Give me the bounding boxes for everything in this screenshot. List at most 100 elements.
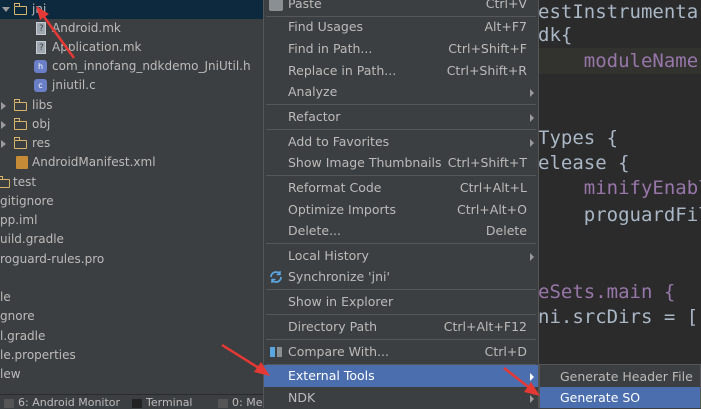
tab-label: 0: Me <box>232 396 263 409</box>
code-line: ni.srcDirs = [ <box>538 306 699 328</box>
code-line: estInstrumenta <box>538 1 699 23</box>
submenu-arrow-icon <box>530 139 534 147</box>
submenu-arrow-icon <box>530 89 534 97</box>
menu-item-synchronize[interactable]: Synchronize 'jni' <box>264 266 538 288</box>
code-line: eSets.main { <box>538 281 676 303</box>
menu-item-shortcut: Ctrl+Alt+F12 <box>443 319 527 334</box>
menu-item-local-history[interactable]: Local History <box>264 245 538 267</box>
code-line: elease { <box>538 152 630 174</box>
manifest-icon <box>16 156 28 169</box>
menu-item-label: NDK <box>288 390 316 405</box>
tree-item-label: l.gradle <box>0 329 46 343</box>
folder-icon <box>13 99 27 111</box>
tree-item-label: libs <box>32 98 53 112</box>
collapse-arrow-icon[interactable] <box>1 121 6 129</box>
menu-item-show-in-explorer[interactable]: Show in Explorer <box>264 291 538 313</box>
menu-item-show-image-thumbnails[interactable]: Show Image Thumbnails Ctrl+Shift+T <box>264 152 538 174</box>
menu-separator <box>266 243 536 244</box>
code-line: proguardFil <box>538 204 701 226</box>
c-file-icon: c <box>34 79 47 92</box>
menu-separator <box>266 129 536 130</box>
menu-item-reformat-code[interactable]: Reformat Code Ctrl+Alt+L <box>264 177 538 199</box>
tree-item-label: jni <box>32 2 47 16</box>
tab-label: 6: Android Monitor <box>18 396 121 409</box>
menu-item-shortcut: Delete <box>485 223 527 238</box>
menu-item-find-usages[interactable]: Find Usages Alt+F7 <box>264 16 538 38</box>
menu-item-label: Generate Header File <box>560 369 693 384</box>
messages-tab[interactable]: 0: Me <box>218 396 262 409</box>
tree-item-label: com_innofang_ndkdemo_JniUtil.h <box>52 59 251 73</box>
folder-icon <box>13 118 27 130</box>
tree-item-label: lew <box>0 367 21 381</box>
mk-file-icon <box>36 20 46 39</box>
submenu-item-generate-so[interactable]: Generate SO <box>540 387 700 408</box>
submenu-item-generate-header-file[interactable]: Generate Header File <box>540 366 700 387</box>
compare-icon <box>270 347 282 357</box>
tree-item-label: AndroidManifest.xml <box>32 155 156 169</box>
collapse-arrow-icon[interactable] <box>1 140 6 148</box>
menu-item-label: Reformat Code <box>288 180 382 195</box>
menu-item-label: Synchronize 'jni' <box>288 269 390 284</box>
android-icon <box>4 398 14 408</box>
menu-item-paste[interactable]: Paste Ctrl+V <box>264 0 538 15</box>
tree-item-label: pp.iml <box>0 213 38 227</box>
context-menu: Paste Ctrl+V Find Usages Alt+F7 Find in … <box>263 0 539 408</box>
tree-item-label: res <box>32 136 51 150</box>
code-line: minifyEnabl <box>538 177 701 199</box>
res-folder-icon <box>13 137 27 149</box>
menu-item-label: Compare With... <box>288 344 389 359</box>
menu-item-add-to-favorites[interactable]: Add to Favorites <box>264 131 538 153</box>
submenu-arrow-icon <box>530 114 534 122</box>
menu-item-find-in-path[interactable]: Find in Path... Ctrl+Shift+F <box>264 38 538 60</box>
menu-item-label: Paste <box>288 0 322 11</box>
tree-item-label: jniutil.c <box>52 78 96 92</box>
folder-icon <box>0 176 10 188</box>
menu-item-label: Analyze <box>288 84 338 99</box>
code-line: Types { <box>538 127 619 149</box>
tree-row-jni[interactable]: jni <box>0 0 265 19</box>
submenu-arrow-icon <box>530 253 534 261</box>
external-tools-submenu: Generate Header File Generate SO <box>539 364 701 408</box>
tree-item-label: obj <box>32 117 51 131</box>
menu-item-optimize-imports[interactable]: Optimize Imports Ctrl+Alt+O <box>264 199 538 221</box>
paste-icon <box>269 0 283 11</box>
tree-item-label: gitignore <box>0 194 54 208</box>
tree-item-label: le <box>0 290 11 304</box>
submenu-arrow-icon <box>530 373 534 381</box>
menu-item-shortcut: Ctrl+Shift+T <box>447 155 527 170</box>
menu-item-replace-in-path[interactable]: Replace in Path... Ctrl+Shift+R <box>264 60 538 82</box>
menu-item-label: Local History <box>288 248 369 263</box>
menu-item-delete[interactable]: Delete... Delete <box>264 220 538 242</box>
menu-item-label: Find Usages <box>288 19 364 34</box>
mk-file-icon <box>36 39 46 58</box>
menu-item-shortcut: Ctrl+Alt+L <box>459 180 527 195</box>
android-monitor-tab[interactable]: 6: Android Monitor <box>4 396 120 409</box>
menu-item-shortcut: Ctrl+V <box>485 0 527 11</box>
menu-separator <box>266 339 536 340</box>
menu-item-analyze[interactable]: Analyze <box>264 81 538 103</box>
tree-item-label: uild.gradle <box>0 232 64 246</box>
terminal-icon <box>132 398 142 408</box>
code-editor[interactable]: estInstrumenta dk{ moduleName Types { el… <box>538 0 701 394</box>
menu-item-compare-with[interactable]: Compare With... Ctrl+D <box>264 341 538 363</box>
code-line: dk{ <box>538 24 573 46</box>
tree-item-label: Application.mk <box>52 40 142 54</box>
header-file-icon: h <box>34 60 47 73</box>
code-line: moduleName <box>538 48 701 74</box>
tab-label: Terminal <box>146 396 193 409</box>
menu-item-label: Delete... <box>288 223 341 238</box>
menu-item-external-tools[interactable]: External Tools <box>264 365 538 387</box>
menu-separator <box>266 175 536 176</box>
menu-item-label: Replace in Path... <box>288 63 397 78</box>
folder-icon <box>13 3 27 15</box>
tree-item-label: le.properties <box>0 348 76 362</box>
terminal-tab[interactable]: Terminal <box>132 396 193 409</box>
collapse-arrow-icon[interactable] <box>1 102 6 110</box>
expand-arrow-icon[interactable] <box>2 7 10 12</box>
menu-item-shortcut: Ctrl+Alt+O <box>457 202 527 217</box>
menu-item-ndk[interactable]: NDK <box>264 387 538 409</box>
menu-item-shortcut: Ctrl+D <box>484 344 527 359</box>
menu-item-refactor[interactable]: Refactor <box>264 106 538 128</box>
menu-item-label: Add to Favorites <box>288 134 390 149</box>
menu-item-directory-path[interactable]: Directory Path Ctrl+Alt+F12 <box>264 316 538 338</box>
